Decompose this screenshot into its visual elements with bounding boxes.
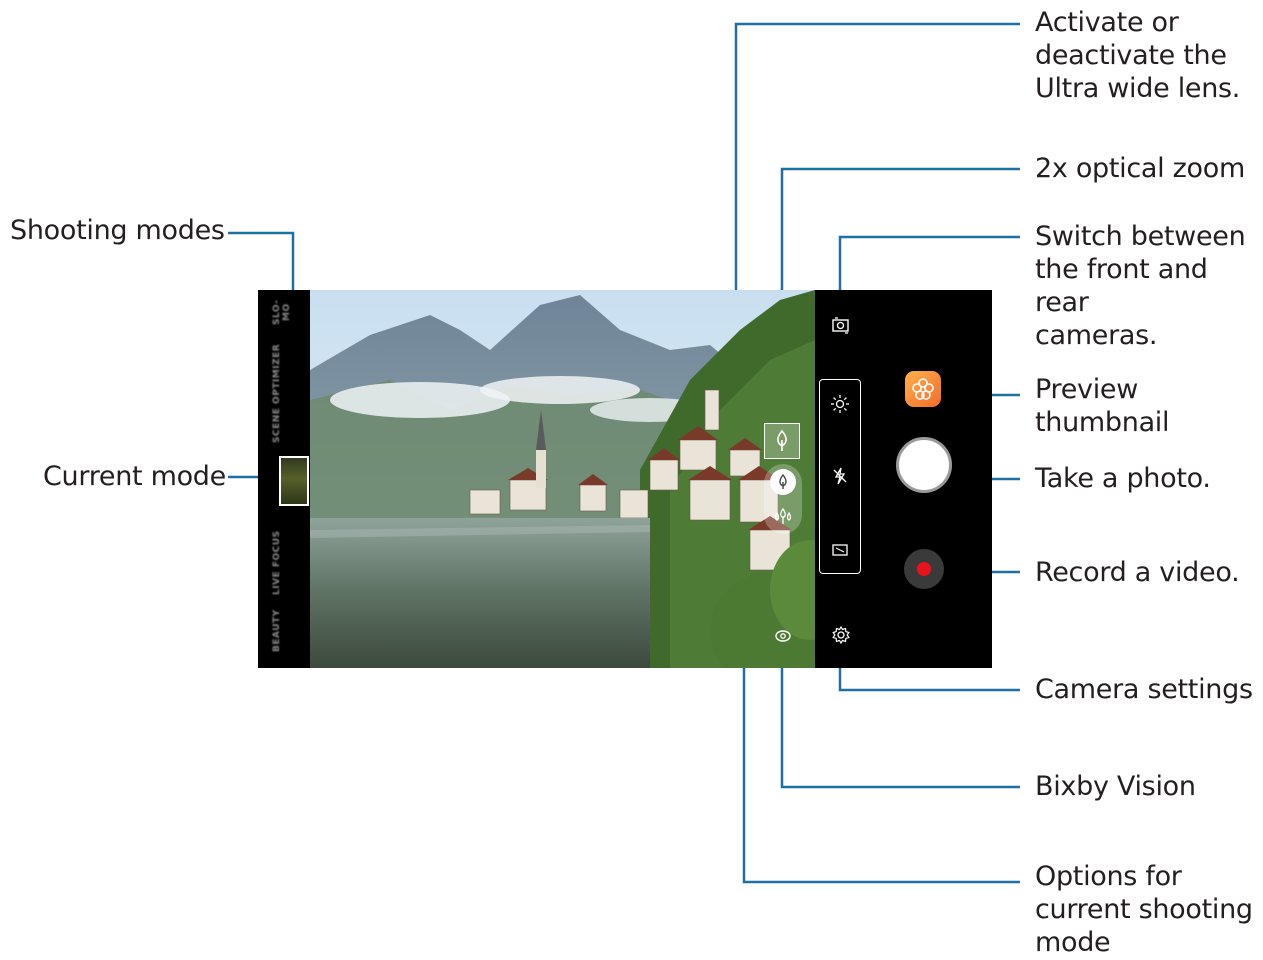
flash-button[interactable] (830, 466, 850, 490)
callout-ultra-wide-line-2: deactivate the (1035, 40, 1227, 71)
callout-ultra-wide: Activate or deactivate the Ultra wide le… (1035, 6, 1240, 105)
gear-icon (832, 625, 850, 645)
callout-record-video: Record a video. (1035, 557, 1240, 588)
callout-camera-settings: Camera settings (1035, 674, 1253, 705)
ratio-icon (832, 544, 848, 556)
ratio-button[interactable] (830, 540, 850, 564)
current-mode-indicator[interactable] (279, 456, 309, 506)
switch-camera-icon (832, 317, 849, 334)
callout-optical-zoom: 2x optical zoom (1035, 153, 1245, 184)
switch-camera-button[interactable] (831, 315, 851, 339)
ultra-wide-lens-button[interactable] (770, 504, 796, 530)
shooting-options-bar (819, 379, 861, 574)
callout-preview-thumbnail: Preview thumbnail (1035, 373, 1170, 439)
callout-shooting-options: Options for current shooting mode (1035, 860, 1253, 959)
trees-icon (774, 507, 792, 524)
bixby-vision-button[interactable] (773, 626, 793, 650)
flash-off-icon (833, 467, 847, 485)
mode-live-focus[interactable]: LIVE FOCUS (272, 528, 296, 598)
tree-icon (779, 473, 787, 489)
viewfinder-preview[interactable] (310, 290, 815, 668)
callout-current-mode: Current mode (43, 461, 226, 492)
callout-switch-camera-line-2: the front and rear (1035, 254, 1208, 318)
tree-icon (777, 429, 787, 451)
flower-icon (912, 378, 934, 400)
callout-switch-camera-line-1: Switch between (1035, 221, 1246, 252)
callout-preview-line-2: thumbnail (1035, 407, 1170, 438)
callout-take-photo: Take a photo. (1035, 463, 1211, 494)
record-button[interactable] (904, 549, 944, 589)
mode-scene-optimizer[interactable]: SCENE OPTIMIZER (272, 338, 296, 448)
callout-preview-line-1: Preview (1035, 374, 1138, 405)
callout-switch-camera-line-3: cameras. (1035, 320, 1158, 351)
shutter-button[interactable] (896, 437, 952, 493)
mode-beauty[interactable]: BEAUTY (272, 608, 296, 654)
callout-options-line-1: Options for (1035, 861, 1182, 892)
callout-switch-camera: Switch between the front and rear camera… (1035, 220, 1263, 352)
sun-icon (831, 395, 849, 413)
camera-screen: BEAUTY LIVE FOCUS SCENE OPTIMIZER SLO-MO (258, 290, 992, 668)
shooting-modes-strip[interactable]: BEAUTY LIVE FOCUS SCENE OPTIMIZER SLO-MO (258, 290, 310, 668)
optical-zoom-button[interactable] (764, 423, 800, 459)
callout-ultra-wide-line-3: Ultra wide lens. (1035, 73, 1241, 104)
callout-ultra-wide-line-1: Activate or (1035, 7, 1179, 38)
scene-optimizer-button[interactable] (830, 394, 850, 418)
wide-lens-button[interactable] (770, 469, 796, 495)
callout-options-line-3: mode (1035, 927, 1111, 958)
lens-selector-group (764, 464, 802, 534)
record-dot (917, 562, 931, 576)
callout-bixby-vision: Bixby Vision (1035, 771, 1196, 802)
mode-slo-mo[interactable]: SLO-MO (272, 294, 296, 330)
preview-thumbnail[interactable] (905, 371, 941, 407)
callout-options-line-2: current shooting (1035, 894, 1253, 925)
bixby-icon (775, 630, 791, 642)
settings-button[interactable] (831, 625, 851, 649)
callout-shooting-modes: Shooting modes (10, 215, 225, 246)
